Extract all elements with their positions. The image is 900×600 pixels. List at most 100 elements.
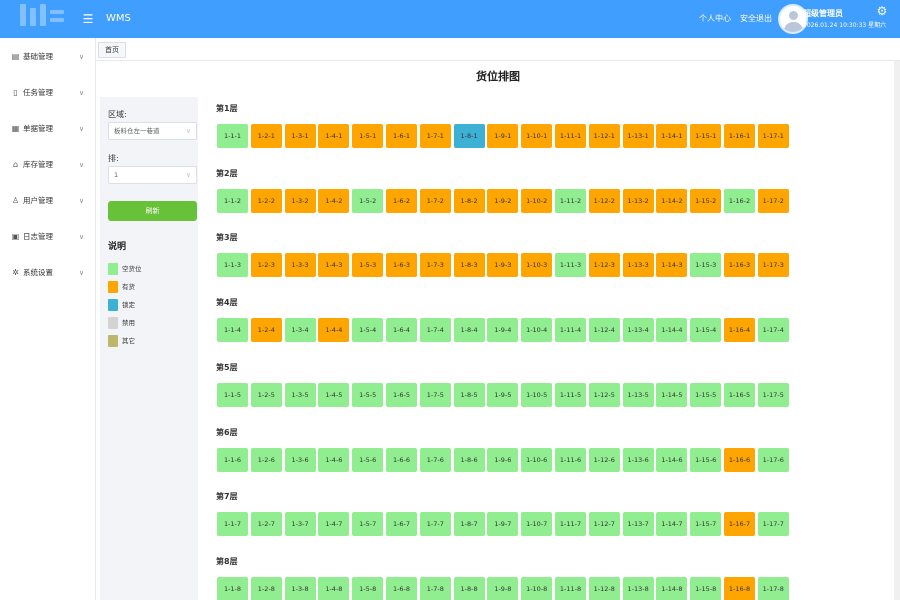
location-cell[interactable]: 1-12-2: [588, 188, 620, 213]
location-cell[interactable]: 1-6-7: [386, 512, 417, 537]
logout-link[interactable]: 安全退出: [740, 12, 772, 26]
location-cell[interactable]: 1-16-7: [724, 512, 755, 537]
location-cell[interactable]: 1-7-4: [419, 318, 451, 343]
location-cell[interactable]: 1-10-6: [521, 447, 553, 472]
location-cell[interactable]: 1-13-5: [622, 382, 654, 407]
location-cell[interactable]: 1-9-1: [487, 124, 519, 148]
location-cell[interactable]: 1-16-6: [724, 447, 755, 472]
location-cell[interactable]: 1-15-3: [690, 253, 722, 278]
location-cell[interactable]: 1-7-5: [419, 382, 451, 407]
location-cell[interactable]: 1-6-6: [386, 447, 417, 472]
location-cell[interactable]: 1-17-1: [757, 124, 789, 148]
location-cell[interactable]: 1-15-7: [690, 512, 722, 537]
location-cell[interactable]: 1-11-6: [555, 447, 586, 472]
location-cell[interactable]: 1-7-7: [419, 512, 451, 537]
location-cell[interactable]: 1-15-8: [690, 576, 722, 600]
gear-icon[interactable]: ⚙: [876, 5, 888, 17]
location-cell[interactable]: 1-9-2: [487, 188, 519, 213]
location-cell[interactable]: 1-5-3: [352, 253, 384, 278]
location-cell[interactable]: 1-9-8: [487, 576, 519, 600]
location-cell[interactable]: 1-6-8: [386, 576, 417, 600]
location-cell[interactable]: 1-2-5: [250, 382, 282, 407]
menu-toggle-icon[interactable]: ☰: [82, 12, 94, 26]
location-cell[interactable]: 1-7-3: [419, 253, 451, 278]
location-cell[interactable]: 1-11-1: [555, 124, 586, 148]
location-cell[interactable]: 1-14-1: [656, 124, 688, 148]
personal-center-link[interactable]: 个人中心: [699, 12, 731, 26]
location-cell[interactable]: 1-8-5: [453, 382, 485, 407]
location-cell[interactable]: 1-11-5: [555, 382, 586, 407]
location-cell[interactable]: 1-5-5: [352, 382, 384, 407]
location-cell[interactable]: 1-10-3: [521, 253, 553, 278]
location-cell[interactable]: 1-4-5: [318, 382, 350, 407]
location-cell[interactable]: 1-13-2: [622, 188, 654, 213]
location-cell[interactable]: 1-1-2: [217, 188, 248, 213]
location-cell[interactable]: 1-3-2: [284, 188, 316, 213]
location-cell[interactable]: 1-6-1: [386, 124, 417, 148]
location-cell[interactable]: 1-14-7: [656, 512, 688, 537]
location-cell[interactable]: 1-7-1: [419, 124, 451, 148]
location-cell[interactable]: 1-6-2: [386, 188, 417, 213]
location-cell[interactable]: 1-12-7: [588, 512, 620, 537]
location-cell[interactable]: 1-16-1: [724, 124, 755, 148]
location-cell[interactable]: 1-17-2: [757, 188, 789, 213]
sidebar-item-task[interactable]: ▯ 任务管理 ∨: [0, 81, 96, 105]
location-cell[interactable]: 1-8-2: [453, 188, 485, 213]
location-cell[interactable]: 1-8-4: [453, 318, 485, 343]
location-cell[interactable]: 1-11-4: [555, 318, 586, 343]
location-cell[interactable]: 1-2-6: [250, 447, 282, 472]
location-cell[interactable]: 1-7-8: [419, 576, 451, 600]
location-cell[interactable]: 1-14-4: [656, 318, 688, 343]
sidebar-item-user[interactable]: ♙ 用户管理 ∨: [0, 189, 96, 213]
location-cell[interactable]: 1-15-4: [690, 318, 722, 343]
location-cell[interactable]: 1-5-4: [352, 318, 384, 343]
location-cell[interactable]: 1-3-8: [284, 576, 316, 600]
location-cell[interactable]: 1-9-3: [487, 253, 519, 278]
location-cell[interactable]: 1-13-6: [622, 447, 654, 472]
location-cell[interactable]: 1-1-1: [217, 124, 248, 148]
sidebar-item-basic[interactable]: ▤ 基础管理 ∨: [0, 45, 96, 69]
location-cell[interactable]: 1-12-1: [588, 124, 620, 148]
location-cell[interactable]: 1-3-5: [284, 382, 316, 407]
location-cell[interactable]: 1-13-1: [622, 124, 654, 148]
location-cell[interactable]: 1-8-8: [453, 576, 485, 600]
location-cell[interactable]: 1-4-7: [318, 512, 350, 537]
location-cell[interactable]: 1-9-5: [487, 382, 519, 407]
location-cell[interactable]: 1-8-1: [453, 124, 485, 148]
location-cell[interactable]: 1-6-5: [386, 382, 417, 407]
location-cell[interactable]: 1-1-3: [217, 253, 248, 278]
location-cell[interactable]: 1-13-7: [622, 512, 654, 537]
location-cell[interactable]: 1-8-6: [453, 447, 485, 472]
location-cell[interactable]: 1-10-4: [521, 318, 553, 343]
row-select[interactable]: 1 ∨: [108, 166, 197, 184]
location-cell[interactable]: 1-8-7: [453, 512, 485, 537]
refresh-button[interactable]: 刷新: [108, 201, 197, 221]
location-cell[interactable]: 1-14-3: [656, 253, 688, 278]
location-cell[interactable]: 1-11-3: [555, 253, 586, 278]
main-scrollbar[interactable]: [894, 61, 900, 600]
location-cell[interactable]: 1-4-3: [318, 253, 350, 278]
location-cell[interactable]: 1-9-7: [487, 512, 519, 537]
location-cell[interactable]: 1-11-7: [555, 512, 586, 537]
location-cell[interactable]: 1-12-8: [588, 576, 620, 600]
location-cell[interactable]: 1-13-8: [622, 576, 654, 600]
sidebar-item-document[interactable]: ▦ 单据管理 ∨: [0, 117, 96, 141]
location-cell[interactable]: 1-17-3: [757, 253, 789, 278]
location-cell[interactable]: 1-15-6: [690, 447, 722, 472]
location-cell[interactable]: 1-17-8: [757, 576, 789, 600]
location-cell[interactable]: 1-4-1: [318, 124, 350, 148]
location-cell[interactable]: 1-2-2: [250, 188, 282, 213]
location-cell[interactable]: 1-10-5: [521, 382, 553, 407]
location-cell[interactable]: 1-12-4: [588, 318, 620, 343]
location-cell[interactable]: 1-16-3: [724, 253, 755, 278]
location-cell[interactable]: 1-7-2: [419, 188, 451, 213]
location-cell[interactable]: 1-4-4: [318, 318, 350, 343]
location-cell[interactable]: 1-3-4: [284, 318, 316, 343]
location-cell[interactable]: 1-14-8: [656, 576, 688, 600]
location-cell[interactable]: 1-15-5: [690, 382, 722, 407]
location-cell[interactable]: 1-1-6: [217, 447, 248, 472]
location-cell[interactable]: 1-2-4: [250, 318, 282, 343]
location-cell[interactable]: 1-1-5: [217, 382, 248, 407]
location-cell[interactable]: 1-17-6: [757, 447, 789, 472]
location-cell[interactable]: 1-1-4: [217, 318, 248, 343]
